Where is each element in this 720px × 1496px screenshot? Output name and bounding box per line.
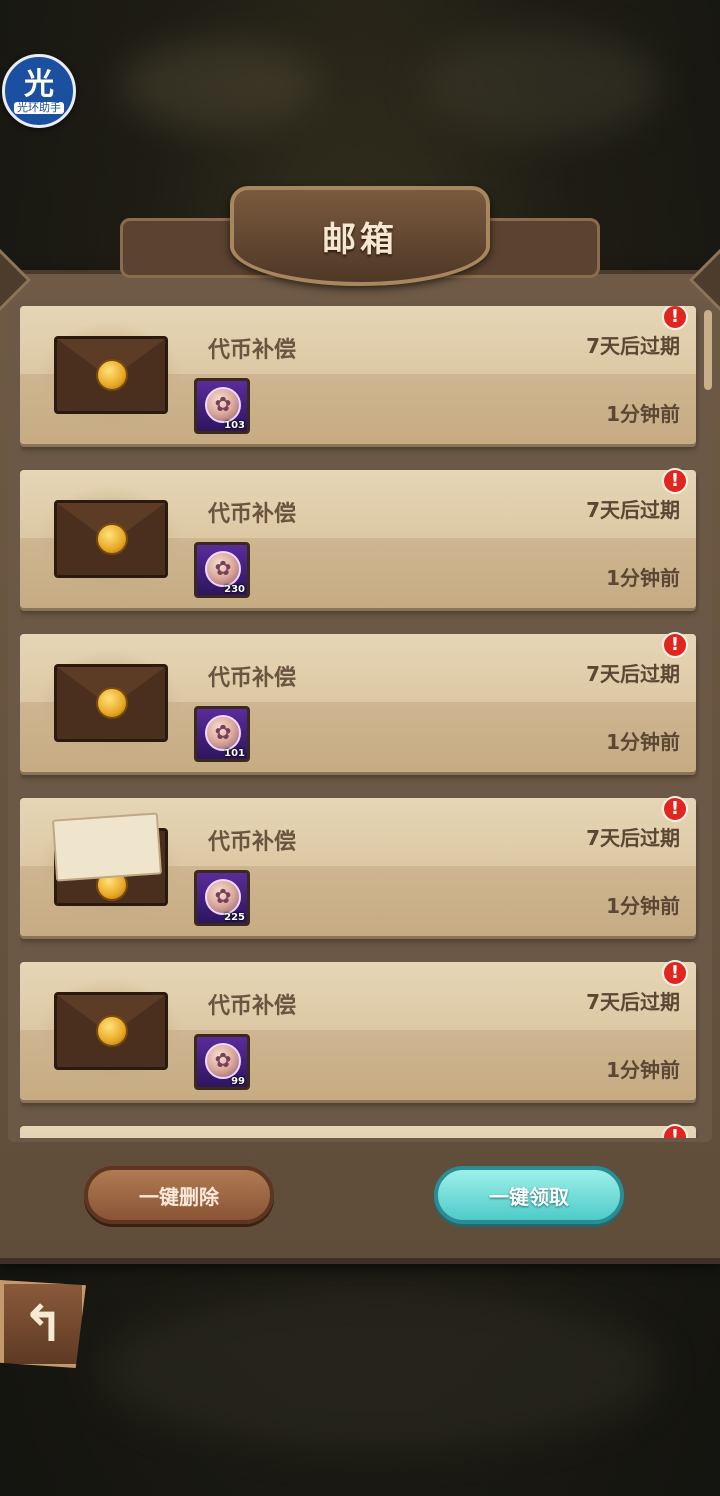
token-coin-icon [205,715,241,751]
reward-item[interactable]: 101 [194,706,250,762]
reward-item[interactable]: 103 [194,378,250,434]
mail-time: 1分钟前 [606,894,680,918]
mail-title: 代币补偿 [208,994,297,1019]
reward-count: 99 [231,1076,245,1087]
mail-title: 代币补偿 [208,666,297,691]
token-coin-icon [205,387,241,423]
reward-count: 101 [224,748,245,759]
reward-count: 225 [224,912,245,923]
back-arrow-icon: ↰ [22,1295,64,1353]
opened-envelope-icon [38,812,182,922]
reward-item[interactable]: 225 [194,870,250,926]
header-plate: 邮箱 [230,186,490,286]
background-blur [420,30,660,140]
mail-list[interactable]: 代币补偿 7天后过期 1分钟前 ! 103 代币补偿 7天后过期 1分钟前 ! … [20,306,700,1138]
wax-seal-icon [96,523,128,555]
reward-count: 230 [224,584,245,595]
mail-item[interactable]: 代币补偿 7天后过期 1分钟前 ! 99 [20,960,696,1100]
mail-time: 1分钟前 [606,730,680,754]
envelope-icon [38,484,182,594]
mail-expire: 7天后过期 [586,990,680,1014]
mail-expire: 7天后过期 [586,826,680,850]
mail-item-top [20,1126,696,1138]
envelope-icon [38,976,182,1086]
mail-expire: 7天后过期 [586,662,680,686]
delete-all-button[interactable]: 一键删除 [84,1166,274,1224]
wax-seal-icon [96,359,128,391]
envelope-body [54,500,168,578]
mail-expire: 7天后过期 [586,334,680,358]
wax-seal-icon [96,687,128,719]
assistant-glyph: 光 [24,66,54,102]
mail-title: 代币补偿 [208,502,297,527]
mailbox-header: 邮箱 [120,180,600,296]
reward-item[interactable]: 99 [194,1034,250,1090]
envelope-body [54,664,168,742]
mail-item[interactable]: 代币补偿 7天后过期 1分钟前 ! 230 [20,468,696,608]
mail-list-scrollbar[interactable] [704,310,712,390]
wax-seal-icon [96,1015,128,1047]
mail-time: 1分钟前 [606,1058,680,1082]
back-button[interactable]: ↰ [0,1280,86,1368]
claim-all-button[interactable]: 一键领取 [434,1166,624,1224]
envelope-icon [38,320,182,430]
mail-time: 1分钟前 [606,566,680,590]
mail-item[interactable]: 代币补偿 7天后过期 1分钟前 ! 103 [20,306,696,444]
envelope-body [54,336,168,414]
token-coin-icon [205,879,241,915]
mail-item[interactable]: ! [20,1124,696,1138]
unread-alert-icon: ! [662,468,688,494]
unread-alert-icon: ! [662,796,688,822]
background-blur [100,1290,660,1450]
reward-count: 103 [224,420,245,431]
mail-title: 代币补偿 [208,338,297,363]
token-coin-icon [205,1043,241,1079]
letter-paper [51,812,163,882]
page-title: 邮箱 [322,219,398,260]
token-coin-icon [205,551,241,587]
assistant-floating-badge[interactable]: 光 光环助手 [2,54,76,128]
mail-expire: 7天后过期 [586,498,680,522]
envelope-icon [38,648,182,758]
mail-title: 代币补偿 [208,830,297,855]
reward-item[interactable]: 230 [194,542,250,598]
background-blur [120,40,320,130]
mail-time: 1分钟前 [606,402,680,426]
assistant-label: 光环助手 [14,101,64,114]
mail-item[interactable]: 代币补偿 7天后过期 1分钟前 ! 101 [20,632,696,772]
envelope-body [54,992,168,1070]
mail-item[interactable]: 代币补偿 7天后过期 1分钟前 ! 225 [20,796,696,936]
unread-alert-icon: ! [662,632,688,658]
unread-alert-icon: ! [662,960,688,986]
